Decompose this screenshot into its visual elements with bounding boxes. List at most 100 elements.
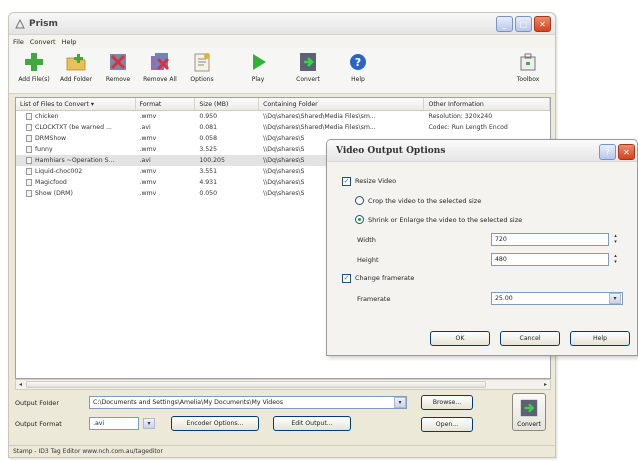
table-cell-format: .wmv — [136, 135, 196, 142]
encoder-options-button[interactable]: Encoder Options... — [171, 416, 259, 431]
table-cell-name: Show (DRM) — [16, 190, 136, 197]
dialog-help-button[interactable]: ? — [599, 144, 616, 160]
table-cell-format: .wmv — [136, 146, 196, 153]
cell-text: Magicfood — [35, 179, 67, 186]
remove-label: Remove — [105, 76, 131, 83]
crop-radio[interactable] — [355, 196, 364, 205]
toolbox-label: Toolbox — [516, 76, 540, 83]
browse-button[interactable]: Browse... — [421, 395, 473, 410]
dialog-close-button[interactable]: ✕ — [618, 144, 635, 160]
table-cell-folder: \\Dq\shares\Shared\Media Files\sm... — [259, 113, 424, 120]
table-cell-name: Liquid-choc002 — [16, 168, 136, 175]
file-list-header: List of Files to Convert ▾ Format Size (… — [16, 98, 550, 111]
table-cell-name: chicken — [16, 113, 136, 120]
dialog-title-bar[interactable]: Video Output Options — [327, 140, 637, 162]
checkmark-icon: ✓ — [343, 274, 350, 282]
resize-video-checkbox[interactable]: ✓ — [342, 177, 351, 186]
toolbox-button[interactable]: Toolbox — [507, 51, 549, 83]
cell-text: Liquid-choc002 — [35, 168, 83, 175]
table-cell-size: 4.931 — [195, 179, 259, 186]
convert-big-icon — [520, 399, 538, 417]
open-button[interactable]: Open... — [421, 417, 473, 432]
cell-text: \\Dq\shares\S — [263, 179, 305, 186]
dialog-help-text-button[interactable]: Help — [570, 331, 630, 346]
height-label: Height — [357, 256, 379, 264]
output-format-select[interactable]: .avi — [89, 417, 139, 430]
framerate-dropdown-icon[interactable]: ▾ — [609, 293, 621, 304]
ok-button[interactable]: OK — [430, 331, 490, 346]
remove-all-label: Remove All — [143, 76, 177, 83]
width-spinner-icon[interactable]: ▴ ▾ — [611, 233, 620, 246]
framerate-select[interactable]: 25.00 — [491, 292, 623, 305]
remove-button[interactable]: Remove — [97, 51, 139, 83]
cell-text: \\Dq\shares\S — [263, 146, 305, 153]
shrink-enlarge-radio[interactable] — [355, 215, 364, 224]
help-toolbar-button[interactable]: ? Help — [337, 51, 379, 83]
add-folder-label: Add Folder — [59, 76, 93, 83]
cell-text: \\Dq\shares\S — [263, 190, 305, 197]
cell-text: \\Dq\shares\Shared\Media Files\sm... — [263, 124, 376, 131]
table-row[interactable]: CLOCKTXT (be warned ... .avi 0.081 \\Dq\sha… — [16, 122, 550, 133]
close-button[interactable]: ✕ — [534, 16, 551, 32]
table-row[interactable]: chicken .wmv 0.950 \\Dq\shares\Shared\Media… — [16, 111, 550, 122]
toolbox-icon — [520, 53, 536, 71]
width-label: Width — [357, 236, 376, 244]
options-button[interactable]: Options — [181, 51, 223, 83]
scrollbar-thumb[interactable] — [26, 381, 486, 388]
add-folder-button[interactable]: Add Folder — [55, 51, 97, 83]
height-spinner-icon[interactable]: ▴ ▾ — [611, 253, 620, 266]
table-cell-folder: \\Dq\shares\Shared\Media Files\sm... — [259, 124, 424, 131]
resize-video-label: Resize Video — [355, 177, 397, 185]
cell-text: \\Dq\shares\S — [263, 168, 305, 175]
width-input[interactable]: 720 — [491, 233, 609, 246]
table-cell-info: Resolution: 320x240 — [424, 113, 550, 120]
remove-all-button[interactable]: Remove All — [139, 51, 181, 83]
column-header-size[interactable]: Size (MB) — [195, 98, 260, 110]
output-folder-input[interactable]: C:\Documents and Settings\Amelia\My Docu… — [89, 396, 407, 409]
cell-text: DRMShow — [35, 135, 67, 142]
cell-text: Hamhiars ~Operation S... — [35, 157, 115, 164]
table-cell-format: .wmv — [136, 113, 196, 120]
window-title: Prism — [29, 18, 58, 29]
cancel-button[interactable]: Cancel — [500, 331, 560, 346]
title-bar[interactable]: Prism _ □ ✕ — [9, 13, 555, 35]
add-files-button[interactable]: Add File(s) — [13, 51, 55, 83]
output-format-dropdown-icon[interactable]: ▾ — [143, 418, 155, 429]
change-framerate-checkbox[interactable]: ✓ — [342, 274, 351, 283]
column-header-folder[interactable]: Containing Folder — [259, 98, 425, 110]
output-folder-dropdown-icon[interactable]: ▾ — [394, 397, 406, 408]
height-input[interactable]: 480 — [491, 253, 609, 266]
cell-text: .wmv — [139, 179, 157, 186]
table-cell-size: 0.950 — [195, 113, 259, 120]
scroll-right-icon[interactable]: ▸ — [541, 381, 550, 389]
menu-file[interactable]: File — [13, 38, 24, 46]
cell-text: 0.058 — [199, 135, 218, 142]
table-cell-name: Magicfood — [16, 179, 136, 186]
cell-text: .avi — [139, 157, 151, 164]
horizontal-scrollbar[interactable]: ◂ ▸ — [15, 379, 551, 390]
table-cell-size: 100.205 — [195, 157, 259, 164]
menu-help[interactable]: Help — [62, 38, 77, 46]
cell-text: 100.205 — [199, 157, 225, 164]
cell-text: 0.950 — [199, 113, 218, 120]
dialog-title: Video Output Options — [336, 145, 446, 156]
table-cell-format: .avi — [136, 124, 196, 131]
video-file-icon — [26, 179, 32, 186]
convert-toolbar-button[interactable]: Convert — [287, 51, 329, 83]
table-cell-format: .wmv — [136, 190, 196, 197]
column-header-info[interactable]: Other Information — [424, 98, 550, 110]
menu-convert[interactable]: Convert — [30, 38, 56, 46]
edit-output-button[interactable]: Edit Output... — [273, 416, 351, 431]
table-cell-info: Codec: Run Length Encod — [424, 124, 550, 131]
column-header-format[interactable]: Format — [136, 98, 196, 110]
column-header-files[interactable]: List of Files to Convert ▾ — [16, 98, 136, 110]
scroll-left-icon[interactable]: ◂ — [16, 381, 25, 389]
convert-button[interactable]: Convert — [512, 393, 546, 431]
maximize-button[interactable]: □ — [515, 16, 532, 32]
maximize-icon: □ — [519, 19, 528, 29]
cell-text: chicken — [35, 113, 59, 120]
table-cell-size: 0.050 — [195, 190, 259, 197]
prism-app-icon — [15, 18, 25, 28]
minimize-button[interactable]: _ — [496, 16, 513, 32]
play-button[interactable]: Play — [237, 51, 279, 83]
